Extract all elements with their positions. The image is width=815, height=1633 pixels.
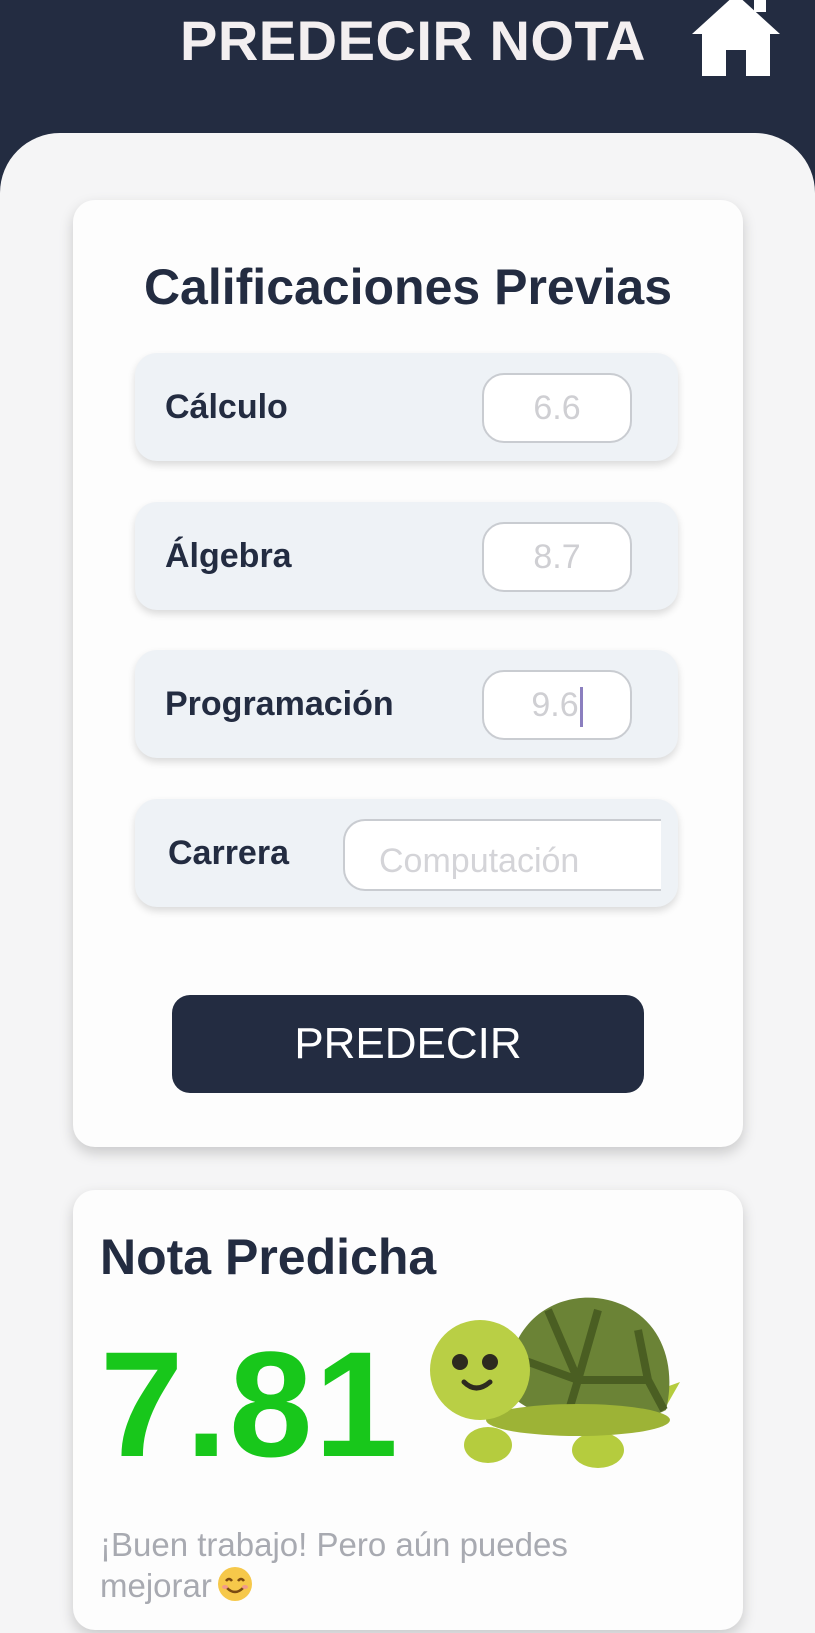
- result-message: ¡Buen trabajo! Pero aún puedes mejorar: [100, 1526, 568, 1604]
- grade-label-calculo: Cálculo: [165, 388, 288, 426]
- grade-row-programacion: Programación 9.6: [135, 650, 678, 758]
- grade-label-programacion: Programación: [165, 685, 394, 723]
- career-label: Carrera: [168, 834, 289, 872]
- career-input[interactable]: Computación: [343, 819, 661, 891]
- grade-row-algebra: Álgebra 8.7: [135, 502, 678, 610]
- grades-card: Calificaciones Previas Cálculo 6.6 Álgeb…: [73, 200, 743, 1147]
- predicted-grade: 7.81: [100, 1320, 400, 1488]
- grade-input-programacion[interactable]: 9.6: [482, 670, 632, 740]
- grade-row-calculo: Cálculo 6.6: [135, 353, 678, 461]
- page-title: PREDECIR NOTA: [180, 9, 646, 72]
- turtle-icon: [430, 1297, 680, 1468]
- smiling-face-icon: [217, 1567, 252, 1601]
- grade-label-algebra: Álgebra: [165, 537, 292, 575]
- home-icon: [692, 0, 780, 76]
- home-button[interactable]: [690, 0, 782, 80]
- result-card: Nota Predicha 7.81 ¡Buen trabajo! Pero a…: [73, 1190, 743, 1630]
- grade-input-algebra[interactable]: 8.7: [482, 522, 632, 592]
- grades-card-title: Calificaciones Previas: [143, 259, 673, 315]
- career-row: Carrera Computación: [135, 799, 678, 907]
- predict-button[interactable]: PREDECIR: [172, 995, 644, 1093]
- result-title: Nota Predicha: [100, 1229, 437, 1285]
- grade-input-calculo[interactable]: 6.6: [482, 373, 632, 443]
- text-caret: [579, 687, 583, 728]
